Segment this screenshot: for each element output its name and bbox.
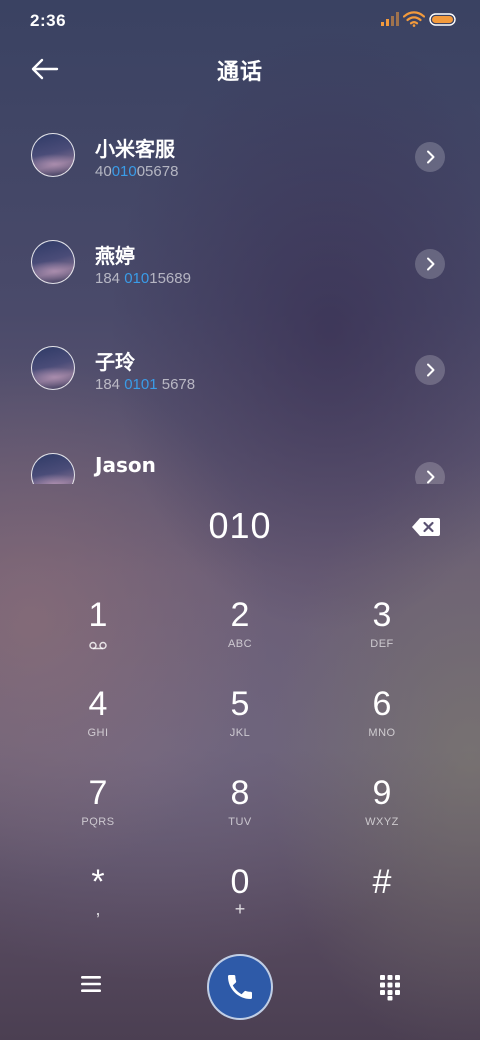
- key-letters: ABC: [227, 638, 253, 650]
- chevron-right-icon: [427, 150, 435, 164]
- key-letters: PQRS: [81, 816, 115, 828]
- avatar: [31, 452, 75, 484]
- key-letters: JKL: [229, 727, 251, 739]
- key-digit: *: [91, 863, 105, 901]
- menu-icon[interactable]: [78, 972, 104, 996]
- key-3[interactable]: 3 DEF: [311, 575, 453, 664]
- key-4[interactable]: 4 GHI: [27, 664, 169, 753]
- key-sub: +: [234, 899, 246, 919]
- contact-number: 4001005678: [95, 163, 179, 180]
- chevron-right-icon: [427, 363, 435, 377]
- delete-button[interactable]: [411, 515, 441, 539]
- contact-name: 子玲: [95, 350, 135, 374]
- key-5[interactable]: 5 JKL: [169, 664, 311, 753]
- contact-list: 小米客服 4001005678 燕婷 184 01015689 子玲 184 0…: [0, 104, 480, 484]
- contact-row[interactable]: Jason: [0, 424, 480, 484]
- voicemail-icon: [89, 641, 107, 650]
- chevron-right-icon: [427, 257, 435, 270]
- signal-icon: [381, 12, 399, 26]
- backspace-icon: [412, 518, 440, 536]
- contact-number: 184 0101 5678: [95, 376, 196, 393]
- key-digit: 7: [88, 774, 108, 812]
- contact-row[interactable]: 小米客服 4001005678: [0, 104, 480, 211]
- key-7[interactable]: 7 PQRS: [27, 753, 169, 842]
- key-hash[interactable]: #: [311, 842, 453, 931]
- status-time: 2:36: [30, 11, 67, 30]
- contact-row[interactable]: 燕婷 184 01015689: [0, 211, 480, 318]
- key-digit: 3: [372, 596, 392, 634]
- phone-icon: [228, 975, 252, 999]
- key-6[interactable]: 6 MNO: [311, 664, 453, 753]
- dialed-number: 010: [208, 505, 272, 546]
- key-star[interactable]: * ,: [27, 842, 169, 931]
- number-match-highlight: 010: [124, 269, 150, 287]
- key-2[interactable]: 2 ABC: [169, 575, 311, 664]
- number-match-highlight: 0101: [124, 376, 158, 393]
- key-digit: 4: [88, 685, 108, 723]
- contact-detail-button[interactable]: [415, 142, 445, 172]
- keypad: 1 2 ABC 3 DEF 4 GHI 5 JKL 6 MNO 7 PQRS 8…: [27, 575, 453, 931]
- key-letters: GHI: [87, 727, 109, 739]
- key-letters: TUV: [228, 816, 252, 828]
- key-digit: 6: [372, 685, 392, 723]
- contact-name: 小米客服: [95, 137, 175, 161]
- chevron-right-icon: [427, 470, 435, 483]
- key-8[interactable]: 8 TUV: [169, 753, 311, 842]
- key-letters: MNO: [368, 727, 396, 739]
- key-digit: 5: [230, 685, 250, 723]
- number-match-highlight: 010: [111, 163, 137, 180]
- key-digit: 2: [230, 596, 250, 634]
- key-digit: #: [372, 863, 392, 901]
- key-letters: DEF: [370, 638, 394, 650]
- call-button[interactable]: [207, 954, 273, 1020]
- contact-name: Jason: [95, 452, 156, 477]
- key-sub: ,: [95, 899, 101, 919]
- key-digit: 8: [230, 774, 250, 812]
- avatar: [31, 346, 75, 390]
- wifi-icon: [403, 11, 425, 27]
- status-bar: 2:36: [0, 0, 480, 40]
- key-digit: 1: [88, 596, 108, 634]
- header: 通话: [0, 48, 480, 92]
- contact-name: 燕婷: [95, 243, 135, 268]
- contact-row[interactable]: 子玲 184 0101 5678: [0, 317, 480, 424]
- key-letters: WXYZ: [365, 816, 399, 828]
- contact-detail-button[interactable]: [415, 355, 445, 385]
- key-1[interactable]: 1: [27, 575, 169, 664]
- contact-number: 184 01015689: [95, 269, 191, 287]
- page-title: 通话: [216, 60, 263, 85]
- key-digit: 0: [230, 863, 250, 901]
- key-0[interactable]: 0 +: [169, 842, 311, 931]
- avatar: [31, 133, 75, 177]
- battery-icon: [429, 13, 456, 26]
- key-9[interactable]: 9 WXYZ: [311, 753, 453, 842]
- avatar: [31, 239, 75, 284]
- dialpad-icon[interactable]: [378, 973, 402, 1001]
- contact-detail-button[interactable]: [415, 461, 445, 484]
- contact-detail-button[interactable]: [415, 248, 445, 279]
- key-digit: 9: [372, 774, 392, 812]
